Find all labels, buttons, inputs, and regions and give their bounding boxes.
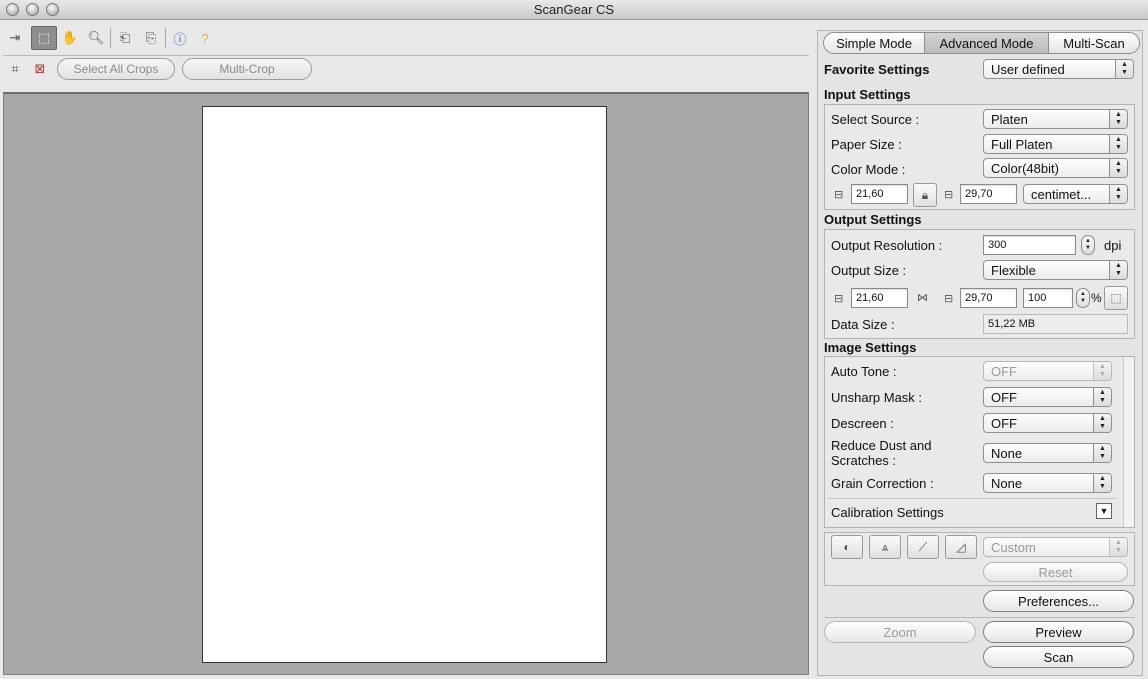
paper-size-label: Paper Size : <box>831 137 902 152</box>
color-mode-label: Color Mode : <box>831 162 906 177</box>
color-mode-select[interactable]: Color(48bit) ▲ ▼ <box>983 158 1128 178</box>
updown-arrows-icon: ▲ ▼ <box>1109 261 1127 279</box>
tab-advanced-mode[interactable]: Advanced Mode <box>924 32 1049 54</box>
move-hand-icon[interactable]: ✋ <box>58 26 82 50</box>
scan-button[interactable]: Scan <box>983 646 1134 668</box>
height-icon: ⊟ <box>944 293 954 305</box>
calibration-settings-label: Calibration Settings <box>831 505 944 520</box>
favorite-settings-label: Favorite Settings <box>824 62 930 77</box>
image-settings-title: Image Settings <box>824 340 917 355</box>
output-resolution-field[interactable]: 300 <box>983 235 1076 255</box>
updown-arrows-icon: ▲ ▼ <box>1109 185 1127 203</box>
output-size-label: Output Size : <box>831 263 907 278</box>
reduce-dust-select[interactable]: None ▲ ▼ <box>983 443 1112 463</box>
updown-arrows-icon: ▲ ▼ <box>1093 388 1111 406</box>
fit-frame-icon[interactable]: ⇥ <box>3 26 27 50</box>
updown-arrows-icon: ▲ ▼ <box>1109 110 1127 128</box>
input-height-field[interactable]: 29,70 <box>960 184 1017 204</box>
percent-label: % <box>1091 291 1102 305</box>
output-size-select[interactable]: Flexible ▲ ▼ <box>983 260 1128 280</box>
threshold-icon[interactable]: ◿ <box>945 535 977 559</box>
help-icon[interactable]: ? <box>193 26 217 50</box>
width-icon: ⊟ <box>834 293 844 305</box>
select-source-label: Select Source : <box>831 112 920 127</box>
tone-curve-icon[interactable]: ⟋ <box>907 535 939 559</box>
select-all-crops-button[interactable]: Select All Crops <box>57 58 175 80</box>
scale-stepper[interactable]: ▲ ▼ <box>1076 288 1090 308</box>
fit-size-icon[interactable]: ⬚ <box>1104 286 1128 310</box>
zoom-magnifier-icon[interactable]: 🔍︎ <box>84 26 108 50</box>
auto-crop-icon[interactable]: ⌗ <box>3 57 27 81</box>
descreen-label: Descreen : <box>831 416 894 431</box>
unit-select[interactable]: centimet... ▲ ▼ <box>1023 184 1128 204</box>
input-width-field[interactable]: 21,60 <box>851 184 908 204</box>
auto-tone-label: Auto Tone : <box>831 364 897 379</box>
updown-arrows-icon: ▲ ▼ <box>1109 538 1127 556</box>
window-title: ScanGear CS <box>533 2 615 17</box>
output-settings-title: Output Settings <box>824 212 922 227</box>
data-size-label: Data Size : <box>831 317 895 332</box>
preferences-button[interactable]: Preferences... <box>983 590 1134 612</box>
dpi-label: dpi <box>1104 238 1122 253</box>
grain-correction-label: Grain Correction : <box>831 476 934 491</box>
remove-crop-icon[interactable]: ⊠ <box>28 57 52 81</box>
brightness-contrast-icon[interactable]: ◐ <box>831 535 863 559</box>
histogram-icon[interactable]: ⩓ <box>869 535 901 559</box>
tone-preset-select[interactable]: Custom ▲ ▼ <box>983 537 1128 557</box>
data-size-value: 51,22 MB <box>983 314 1128 334</box>
chevron-down-icon[interactable]: ▼ <box>1096 503 1112 519</box>
tab-simple-mode[interactable]: Simple Mode <box>823 32 925 54</box>
scale-field[interactable]: 100 <box>1023 288 1073 308</box>
updown-arrows-icon: ▲ ▼ <box>1109 135 1127 153</box>
info-icon[interactable]: ⓘ <box>168 26 192 50</box>
updown-arrows-icon: ▲ ▼ <box>1093 474 1111 492</box>
crop-tool-icon[interactable]: ⬚ <box>31 26 57 50</box>
grain-correction-select[interactable]: None ▲ ▼ <box>983 473 1112 493</box>
rotate-right-icon[interactable]: ⎘ <box>139 26 163 50</box>
preview-page <box>202 106 607 663</box>
width-icon: ⊟ <box>834 189 844 201</box>
preview-button[interactable]: Preview <box>983 621 1134 643</box>
reset-button[interactable]: Reset <box>983 562 1128 582</box>
auto-tone-select[interactable]: OFF ▲ ▼ <box>983 361 1112 381</box>
unsharp-mask-label: Unsharp Mask : <box>831 390 923 405</box>
updown-arrows-icon: ▲ ▼ <box>1093 444 1111 462</box>
image-settings-scrollbar[interactable] <box>1123 357 1134 527</box>
resolution-stepper[interactable]: ▲ ▼ <box>1081 235 1095 255</box>
link-chain-icon: ⋈ <box>917 292 928 304</box>
input-settings-title: Input Settings <box>824 87 911 102</box>
favorite-settings-select[interactable]: User defined ▲ ▼ <box>983 59 1134 79</box>
aspect-lock-icon[interactable]: 🔒︎ <box>913 183 937 207</box>
updown-arrows-icon: ▲ ▼ <box>1109 159 1127 177</box>
descreen-select[interactable]: OFF ▲ ▼ <box>983 413 1112 433</box>
paper-size-select[interactable]: Full Platen ▲ ▼ <box>983 134 1128 154</box>
updown-arrows-icon: ▲ ▼ <box>1093 362 1111 380</box>
zoom-button[interactable]: Zoom <box>824 621 976 643</box>
multi-crop-button[interactable]: Multi-Crop <box>182 58 312 80</box>
output-resolution-label: Output Resolution : <box>831 238 943 253</box>
title-bar: ScanGear CS <box>0 0 1148 20</box>
reduce-dust-label: Reduce Dust and Scratches : <box>831 438 932 468</box>
tab-multi-scan[interactable]: Multi-Scan <box>1048 32 1140 54</box>
output-height-field[interactable]: 29,70 <box>960 288 1017 308</box>
preview-area[interactable] <box>3 92 809 675</box>
unsharp-mask-select[interactable]: OFF ▲ ▼ <box>983 387 1112 407</box>
updown-arrows-icon: ▲ ▼ <box>1115 60 1133 78</box>
select-source-select[interactable]: Platen ▲ ▼ <box>983 109 1128 129</box>
rotate-left-icon[interactable]: ⎗ <box>113 26 137 50</box>
output-width-field[interactable]: 21,60 <box>851 288 908 308</box>
updown-arrows-icon: ▲ ▼ <box>1093 414 1111 432</box>
height-icon: ⊟ <box>944 189 954 201</box>
